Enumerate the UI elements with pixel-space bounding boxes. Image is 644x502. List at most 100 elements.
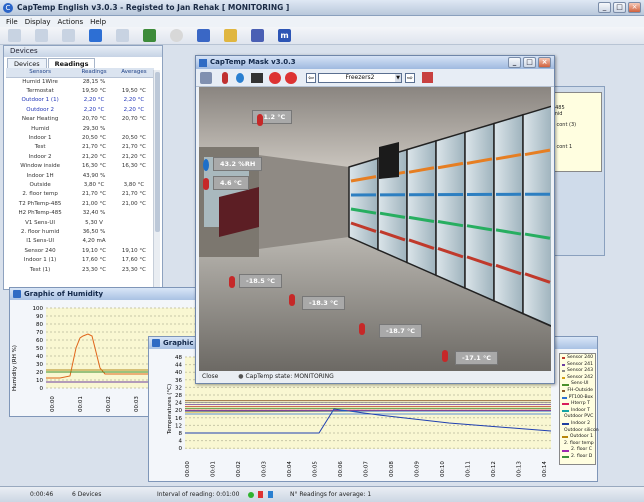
table-row[interactable]: Window inside 16,30 °C 16,30 °C [6,162,154,171]
database-tool-icon[interactable] [89,29,102,42]
table-row[interactable]: 2. floor humid 36,50 % [6,227,154,236]
mail-tool-icon[interactable] [170,29,183,42]
legend-swatch [562,423,569,426]
table-cell: Outdoor 2 [26,106,54,113]
y-tick-label: 100 [33,306,44,312]
table-row[interactable]: Test (1) 23,30 °C 23,30 °C [6,265,154,274]
y-tick-label: 60 [36,338,43,344]
tab-devices[interactable]: Devices [7,58,47,68]
table-row[interactable]: 2. floor temp 21,70 °C 21,70 °C [6,190,154,199]
export-tool-icon[interactable] [143,29,156,42]
mask-close-button[interactable]: × [538,57,551,68]
table-row[interactable]: Indoor 1H 43,90 % [6,171,154,180]
status-green-icon [248,491,254,498]
fullscreen-icon[interactable] [422,72,433,83]
mask-minimize-button[interactable]: _ [508,57,521,68]
menu-actions[interactable]: Actions [58,18,84,26]
table-row[interactable]: Humid 1Wire 28,15 % [6,77,154,86]
undo-icon[interactable] [285,72,297,84]
next-mask-button[interactable]: ⇨ [405,73,415,83]
column-header[interactable]: Sensors [6,68,75,78]
table-row[interactable]: Sensor 240 19,10 °C 19,10 °C [6,246,154,255]
table-cell: I1 Sens-UI [26,238,54,245]
mask-tool-icon[interactable]: m [278,29,291,42]
legend-label: 2. floor C [571,447,592,453]
device-tool-icon[interactable] [197,29,210,42]
sensor-label[interactable]: -18.7 °C [379,324,423,338]
table-cell: 4,20 mA [82,238,106,245]
table-cell: 43,90 % [82,172,106,179]
table-row[interactable]: I1 Sens-UI 4,20 mA [6,237,154,246]
sensor-label[interactable]: 4.6 °C [213,176,249,190]
device-count: 6 Devices [72,491,102,498]
tab-readings[interactable]: Readings [47,58,96,68]
close-button[interactable]: × [628,2,641,13]
sensor-label[interactable]: -17.1 °C [455,351,499,365]
connect-tool-icon[interactable] [8,29,21,42]
mask-settings-icon[interactable] [200,72,212,84]
sensor-label[interactable]: 43.2 %RH [213,157,263,171]
devices-panel-title: Devices [4,46,162,57]
table-row[interactable]: Outdoor 2 2,20 °C 2,20 °C [6,105,154,114]
column-header[interactable]: Averages [113,68,154,78]
freezer-door [435,131,466,290]
mask-select[interactable]: Freezers2 [318,73,402,83]
table-row[interactable]: Indoor 1 (1) 17,60 °C 17,60 °C [6,255,154,264]
table-row[interactable]: Indoor 1 20,50 °C 20,50 °C [6,133,154,142]
table-cell: Humid 1Wire [22,78,58,85]
legend-item: Indoor 2 [562,421,593,428]
legend-item: Outdoor 1 [562,434,593,441]
link-sensor-icon[interactable] [251,73,263,83]
print-tool-icon[interactable] [116,29,129,42]
maximize-button[interactable]: □ [613,2,626,13]
remove-sensor-icon[interactable] [269,72,281,84]
table-row[interactable]: Test 21,70 °C 21,70 °C [6,143,154,152]
mask-close-link[interactable]: Close [202,373,218,380]
menu-help[interactable]: Help [90,18,106,26]
menu-file[interactable]: File [6,18,18,26]
table-cell: 21,20 °C [121,153,146,160]
mask-maximize-button[interactable]: □ [523,57,536,68]
table-row[interactable]: Humid 29,30 % [6,124,154,133]
table-row[interactable]: V1 Sens-UI 5,30 V [6,218,154,227]
table-row[interactable]: H2 PhTemp-485 32,40 % [6,208,154,217]
table-row[interactable]: Outside 3,80 °C 3,80 °C [6,180,154,189]
table-cell: 20,70 °C [121,116,146,123]
captemp-mask-window: CapTemp Mask v3.0.3 _ □ × ⇦ Freezers2 ▼ … [195,55,555,384]
table-cell: 2,20 °C [83,97,105,104]
add-temperature-icon[interactable] [222,72,228,84]
sensor-label[interactable]: -18.3 °C [302,296,346,310]
previous-mask-button[interactable]: ⇦ [306,73,316,83]
freezer-door [406,139,437,277]
table-row[interactable]: Outdoor 1 (1) 2,20 °C 2,20 °C [6,96,154,105]
freezer-aisle-image [199,87,551,371]
chevron-down-icon[interactable]: ▼ [395,74,401,82]
menu-display[interactable]: Display [25,18,51,26]
table-cell: 17,60 °C [82,257,107,264]
sensor-label[interactable]: -18.5 °C [239,274,283,288]
y-tick-label: 32 [175,385,182,391]
table-row[interactable]: T2 PhTemp-485 21,00 °C 21,00 °C [6,199,154,208]
table-row[interactable]: Termostat 19,50 °C 19,50 °C [6,86,154,95]
refresh-tool-icon[interactable] [62,29,75,42]
table-row[interactable]: Near Heating 20,70 °C 20,70 °C [6,115,154,124]
table-cell: 2,20 °C [123,106,145,113]
legend-item: 2. floor D [562,454,593,461]
minimize-button[interactable]: _ [598,2,611,13]
table-row[interactable]: Indoor 2 21,20 °C 21,20 °C [6,152,154,161]
table-cell: Humid [31,125,50,132]
table-cell: 21,00 °C [121,200,146,207]
app-logo-icon: C [3,2,13,13]
report-tool-icon[interactable] [224,29,237,42]
x-tick-label: 00:06 [338,461,344,477]
table-cell: Outside [29,181,51,188]
network-tool-icon[interactable] [251,29,264,42]
table-cell: 2. floor humid [20,228,60,235]
x-tick-label: 00:11 [466,461,472,477]
disconnect-tool-icon[interactable] [35,29,48,42]
readings-scrollbar[interactable] [153,70,160,288]
column-header[interactable]: Readings [74,68,114,78]
graph-icon [152,339,160,347]
x-tick-label: 00:03 [134,396,140,412]
add-humidity-icon[interactable] [236,73,244,83]
